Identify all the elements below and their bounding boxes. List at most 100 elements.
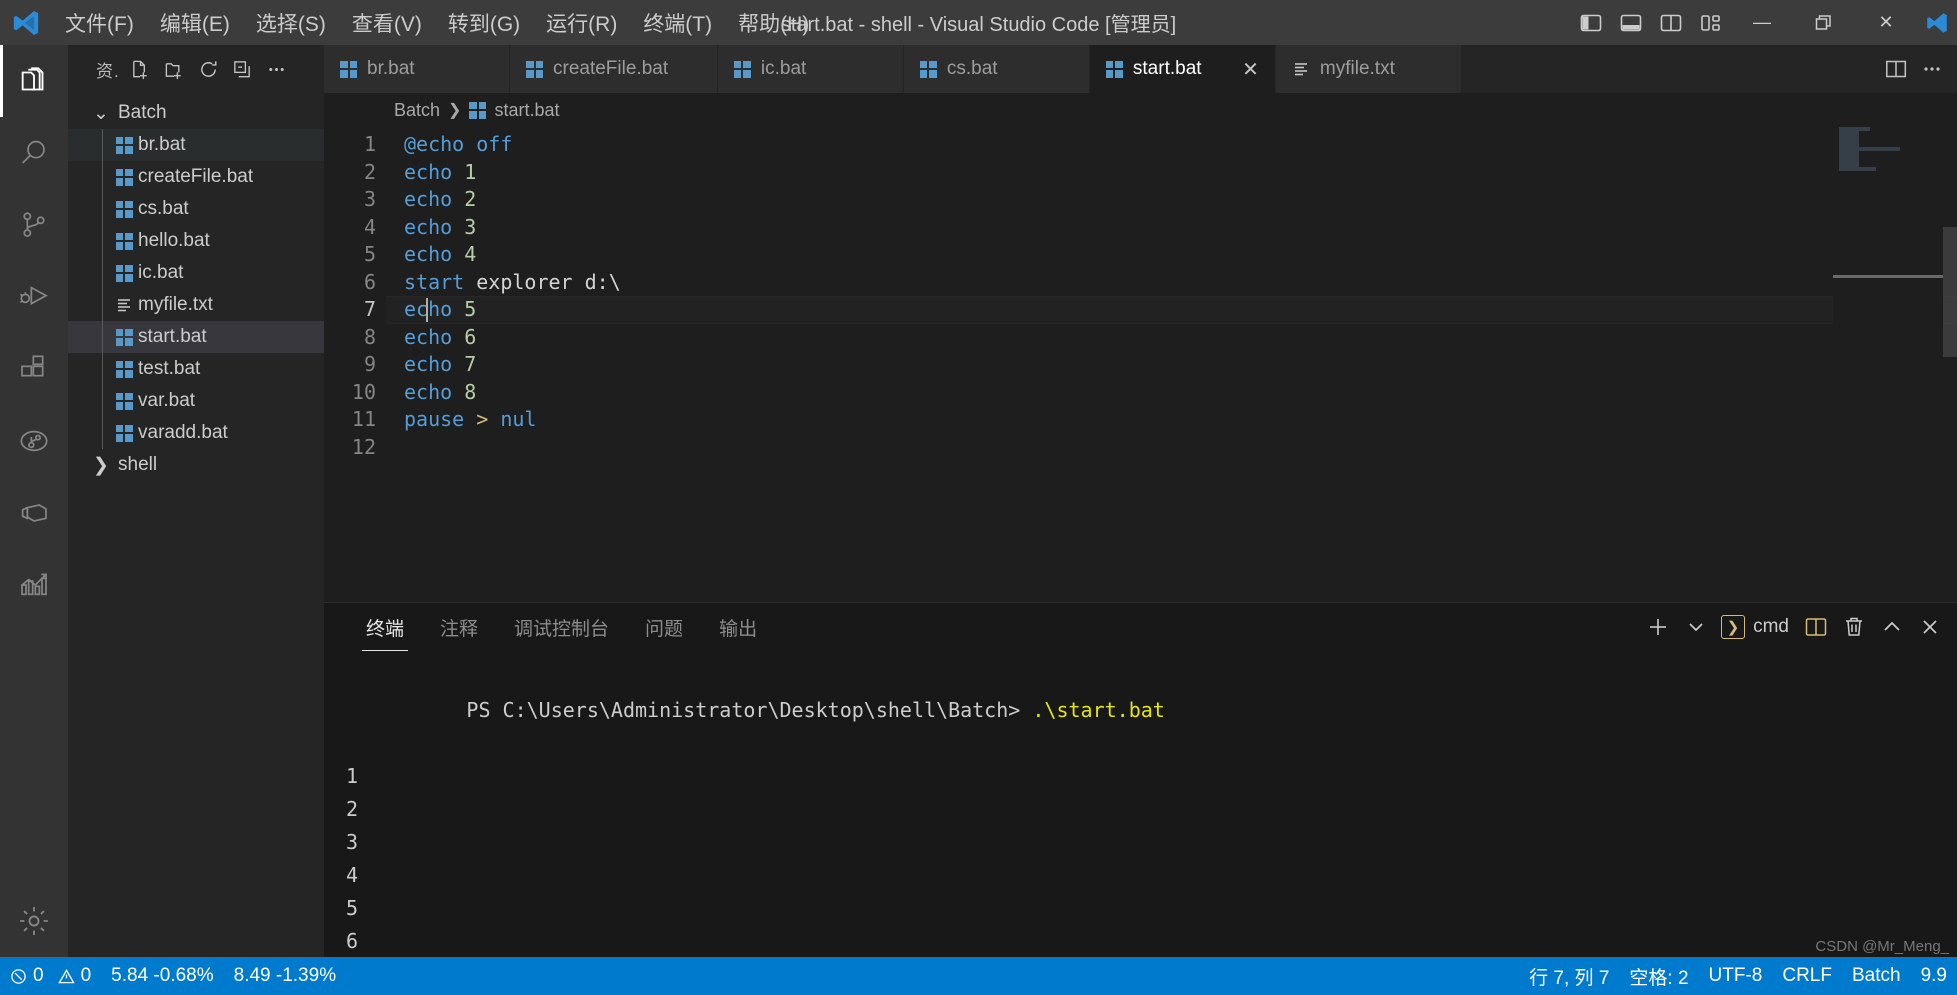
warning-count: 0 [80,965,92,986]
activity-run-and-debug[interactable] [0,261,68,333]
status-eol[interactable]: CRLF [1772,957,1842,995]
status-language-mode[interactable]: Batch [1842,957,1911,995]
menu-help[interactable]: 帮助(H) [725,0,822,45]
split-terminal-icon[interactable] [1799,610,1833,644]
code-line[interactable]: echo 6 [404,324,1957,352]
activity-manage[interactable] [0,885,68,957]
activity-gitlens[interactable] [0,405,68,477]
new-file-icon[interactable] [126,54,156,84]
activity-extensions[interactable] [0,333,68,405]
minimap-slider[interactable] [1833,275,1943,278]
tree-item-batch[interactable]: ⌄ Batch [68,97,324,129]
code-line[interactable]: @echo off [404,131,1957,159]
ticker-1[interactable]: 5.84 -0.68% [101,957,223,995]
code-editor[interactable]: 1 2 3 4 5 6 7 8 9 10 11 12 @echo off echo 1 echo 2 ech… [324,127,1957,602]
tree-item-cs-bat[interactable]: cs.bat [68,193,324,225]
tab-close-icon[interactable]: ✕ [1226,57,1259,82]
editor-tab-ic-bat[interactable]: ic.bat✕ [717,45,904,93]
vscode-logo-icon [0,8,52,38]
code-line[interactable]: echo 4 [404,241,1957,269]
kill-terminal-icon[interactable] [1837,610,1871,644]
panel-tab-输出[interactable]: 输出 [701,603,775,651]
code-token: 6 [464,324,477,349]
tree-item-varadd-bat[interactable]: varadd.bat [68,417,324,449]
code-line[interactable]: echo 1 [404,159,1957,187]
panel-tab-问题[interactable]: 问题 [627,603,701,651]
activity-search[interactable] [0,117,68,189]
status-extension-status[interactable]: 9.9 [1911,957,1957,995]
toggle-secondary-sidebar-icon[interactable] [1651,0,1691,45]
customize-layout-icon[interactable] [1691,0,1731,45]
code-line[interactable]: echo 3 [404,214,1957,242]
code-line[interactable]: echo 7 [404,351,1957,379]
status-encoding[interactable]: UTF-8 [1699,957,1773,995]
active-terminal-label[interactable]: ❯ cmd [1717,615,1795,639]
activity-source-control[interactable] [0,189,68,261]
breadcrumb-file[interactable]: start.bat [469,100,559,121]
editor-tab-createfile-bat[interactable]: createFile.bat✕ [510,45,718,93]
tree-item-start-bat[interactable]: start.bat [68,321,324,353]
menu-file[interactable]: 文件(F) [52,0,147,45]
bat-file-icon [115,360,133,378]
code-line[interactable]: echo 8 [404,379,1957,407]
close-panel-icon[interactable] [1913,610,1947,644]
tree-item-myfile-txt[interactable]: myfile.txt [68,289,324,321]
tree-item-hello-bat[interactable]: hello.bat [68,225,324,257]
more-actions-icon[interactable] [262,54,292,84]
code-line[interactable] [404,434,1957,462]
toggle-primary-sidebar-icon[interactable] [1571,0,1611,45]
activity-explorer[interactable] [0,45,68,117]
menu-terminal[interactable]: 终端(T) [630,0,725,45]
ticker-2[interactable]: 8.49 -1.39% [224,957,346,995]
status-cursor-position[interactable]: 行 7, 列 7 [1519,957,1619,995]
menu-run[interactable]: 运行(R) [533,0,630,45]
new-folder-icon[interactable] [160,54,190,84]
restore-button[interactable] [1793,0,1855,45]
editor-scrollbar[interactable] [1943,127,1957,602]
tree-item-shell[interactable]: ❯ shell [68,449,324,481]
collapse-panel-icon[interactable] [1875,610,1909,644]
tree-item-var-bat[interactable]: var.bat [68,385,324,417]
activity-remote-explorer[interactable] [0,477,68,549]
editor-tab-start-bat[interactable]: start.bat ✕ [1089,45,1276,93]
panel-tab-注释[interactable]: 注释 [422,603,496,651]
code-line[interactable]: start explorer d:\ [404,269,1957,297]
activity-test-explorer[interactable] [0,549,68,621]
editor-tab-cs-bat[interactable]: cs.bat✕ [903,45,1090,93]
code-line[interactable]: pause > nul [404,406,1957,434]
editor-tab-br-bat[interactable]: br.bat✕ [324,45,510,93]
problems-status[interactable]: 0 0 [0,957,101,995]
minimize-button[interactable]: — [1731,0,1793,45]
new-terminal-icon[interactable] [1641,610,1675,644]
menu-go[interactable]: 转到(G) [435,0,533,45]
tree-item-ic-bat[interactable]: ic.bat [68,257,324,289]
menu-edit[interactable]: 编辑(E) [147,0,243,45]
minimap[interactable] [1833,127,1943,602]
scrollbar-thumb[interactable] [1943,227,1957,357]
refresh-icon[interactable] [194,54,224,84]
more-actions-icon[interactable] [1915,49,1949,89]
panel-tab-终端[interactable]: 终端 [348,603,422,651]
status-indentation[interactable]: 空格: 2 [1619,957,1698,995]
editor-tab-myfile-txt[interactable]: myfile.txt✕ [1275,45,1462,93]
tree-item-test-bat[interactable]: test.bat [68,353,324,385]
chevron-down-icon[interactable] [1679,610,1713,644]
tree-item-br-bat[interactable]: br.bat [68,129,324,161]
code-line[interactable]: echo 5 [386,296,1957,324]
panel-tab-调试控制台[interactable]: 调试控制台 [496,603,627,651]
menu-view[interactable]: 查看(V) [339,0,435,45]
chevron-down-icon[interactable]: ⌄ [90,102,112,125]
close-button[interactable]: ✕ [1855,0,1917,45]
toggle-panel-icon[interactable] [1611,0,1651,45]
tree-item-createfile-bat[interactable]: createFile.bat [68,161,324,193]
code-line[interactable]: echo 2 [404,186,1957,214]
code-content[interactable]: @echo off echo 1 echo 2 echo 3 echo 4 start e… [386,127,1957,602]
menu-selection[interactable]: 选择(S) [243,0,339,45]
split-editor-icon[interactable] [1879,49,1913,89]
collapse-all-icon[interactable] [228,54,258,84]
chevron-right-icon[interactable]: ❯ [90,454,112,477]
breadcrumb[interactable]: Batch ❯ start.bat [324,93,1957,127]
terminal-output[interactable]: PS C:\Users\Administrator\Desktop\shell\… [324,651,1957,957]
breadcrumb-folder[interactable]: Batch [394,100,440,121]
file-tree[interactable]: ⌄ Batch br.bat createFile.bat cs.bat hello.ba… [68,93,324,957]
